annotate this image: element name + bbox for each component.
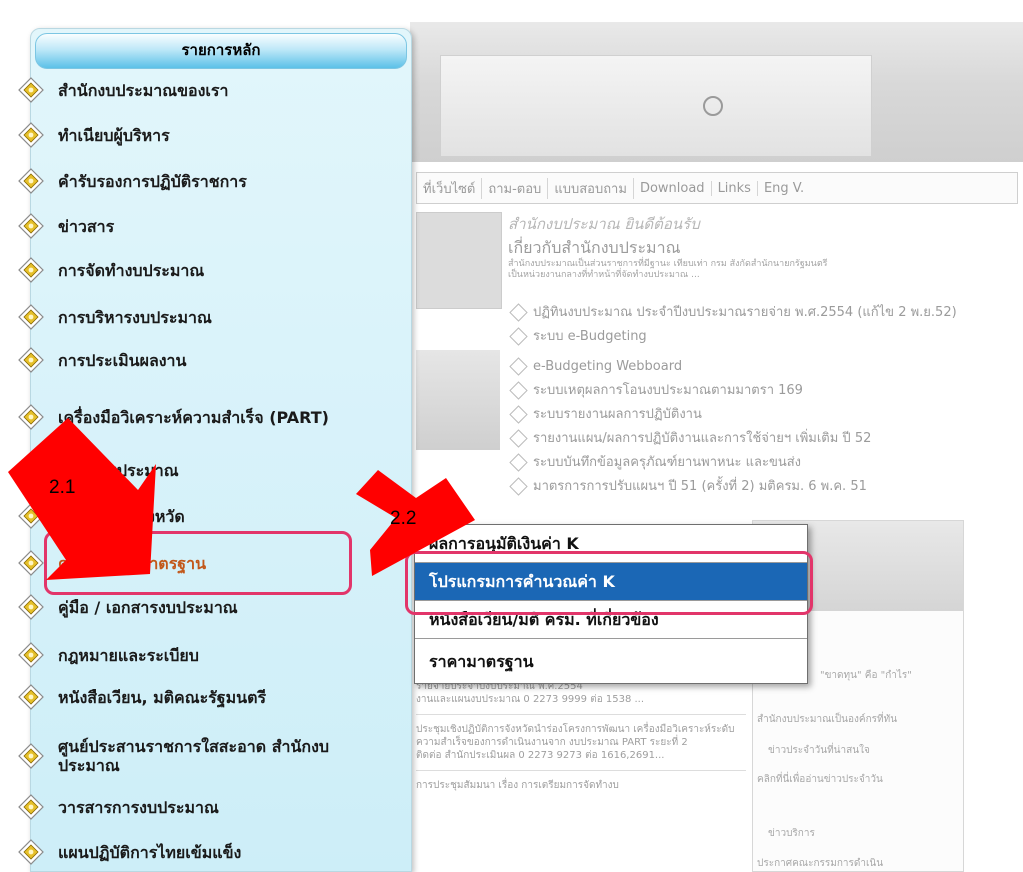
step-label-2-1: 2.1: [49, 477, 76, 498]
annotation-arrows: [8, 418, 475, 580]
step-label-2-2: 2.2: [390, 508, 417, 529]
arrow-2-1-icon: [8, 418, 156, 580]
